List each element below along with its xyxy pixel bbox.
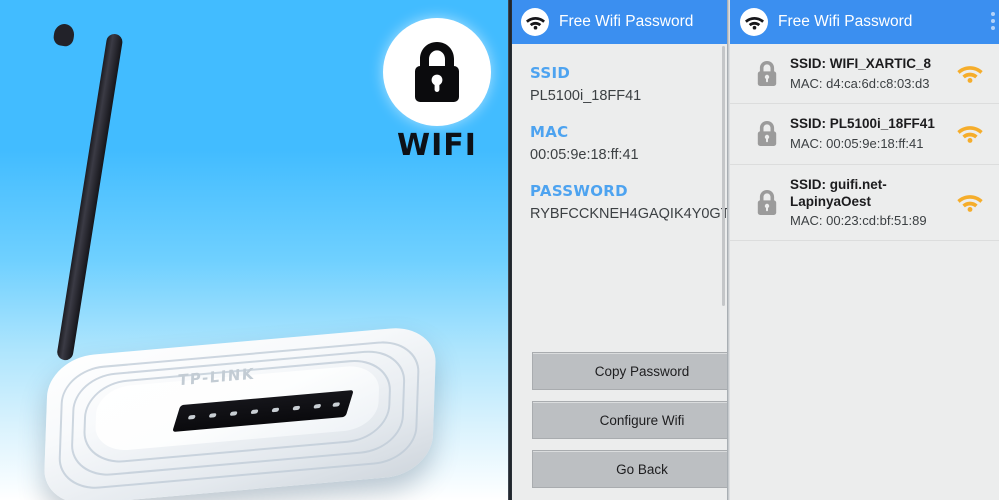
overflow-menu-icon[interactable]	[991, 12, 995, 30]
list-appbar: Free Wifi Password	[730, 0, 999, 44]
padlock-icon	[744, 120, 790, 147]
padlock-glyph	[757, 121, 777, 147]
detail-scrollbar[interactable]	[722, 46, 725, 306]
copy-password-button[interactable]: Copy Password	[532, 352, 727, 390]
list-item-ssid: SSID: WIFI_XARTIC_8	[790, 56, 932, 71]
wifi-glyph	[744, 16, 764, 30]
wifi-icon	[521, 8, 549, 36]
field-label-password: PASSWORD	[530, 182, 628, 200]
padlock-badge	[383, 18, 491, 126]
list-screen-panel: Free Wifi Password SSID: WIFI_XARTIC_8 M…	[730, 0, 999, 500]
promo-wifi-word: WIFI	[397, 128, 477, 163]
go-back-button[interactable]: Go Back	[532, 450, 727, 488]
list-item-text: SSID: WIFI_XARTIC_8 MAC: d4:ca:6d:c8:03:…	[790, 55, 955, 92]
padlock-glyph	[757, 61, 777, 87]
padlock-icon	[744, 189, 790, 216]
router-antenna-tip	[52, 22, 76, 48]
padlock-icon	[415, 42, 459, 102]
wifi-network-list: SSID: WIFI_XARTIC_8 MAC: d4:ca:6d:c8:03:…	[730, 44, 999, 242]
list-item-ssid: SSID: PL5100i_18FF41	[790, 116, 935, 132]
list-item[interactable]: SSID: PL5100i_18FF41 MAC: 00:05:9e:18:ff…	[730, 104, 999, 165]
field-value-mac: 00:05:9e:18:ff:41	[530, 147, 639, 163]
wifi-signal-glyph	[957, 66, 983, 84]
configure-wifi-button[interactable]: Configure Wifi	[532, 401, 727, 439]
wifi-detail-fields: SSID PL5100i_18FF41 MAC 00:05:9e:18:ff:4…	[512, 44, 727, 222]
wifi-signal-icon	[957, 124, 991, 144]
field-label-mac: MAC	[530, 123, 569, 141]
screenshot-root: TP-LINK WIFI Free Wifi Password SSID PL5…	[0, 0, 999, 500]
list-item-text: SSID: PL5100i_18FF41 MAC: 00:05:9e:18:ff…	[790, 115, 955, 152]
list-item-ssid: SSID: guifi.net-LapinyaOest	[790, 176, 887, 209]
list-item[interactable]: SSID: WIFI_XARTIC_8 MAC: d4:ca:6d:c8:03:…	[730, 44, 999, 105]
detail-screen-panel: Free Wifi Password SSID PL5100i_18FF41 M…	[512, 0, 727, 500]
padlock-glyph	[757, 189, 777, 215]
wifi-glyph	[525, 16, 545, 30]
field-label-ssid: SSID	[530, 64, 571, 82]
list-item-mac: MAC: 00:05:9e:18:ff:41	[790, 136, 924, 152]
list-item-mac: MAC: 00:23:cd:bf:51:89	[790, 213, 927, 229]
router-antenna	[56, 32, 124, 362]
wifi-signal-icon	[957, 64, 991, 84]
wifi-signal-glyph	[957, 126, 983, 144]
field-value-password: RYBFCCKNEH4GAQIK4Y0GTO	[530, 206, 727, 222]
field-value-ssid: PL5100i_18FF41	[530, 88, 642, 104]
wifi-signal-icon	[957, 193, 991, 212]
detail-appbar-title: Free Wifi Password	[559, 13, 694, 30]
list-appbar-title: Free Wifi Password	[778, 13, 913, 30]
wifi-signal-glyph	[957, 195, 983, 212]
wifi-icon	[740, 8, 768, 36]
detail-button-stack: Copy Password Configure Wifi Go Back	[532, 352, 727, 499]
promo-panel: TP-LINK WIFI	[0, 0, 510, 500]
list-item-mac: MAC: d4:ca:6d:c8:03:d3	[790, 76, 930, 91]
list-item-text: SSID: guifi.net-LapinyaOest MAC: 00:23:c…	[790, 176, 955, 230]
list-item[interactable]: SSID: guifi.net-LapinyaOest MAC: 00:23:c…	[730, 164, 999, 242]
detail-appbar: Free Wifi Password	[512, 0, 727, 44]
padlock-icon	[744, 60, 790, 87]
